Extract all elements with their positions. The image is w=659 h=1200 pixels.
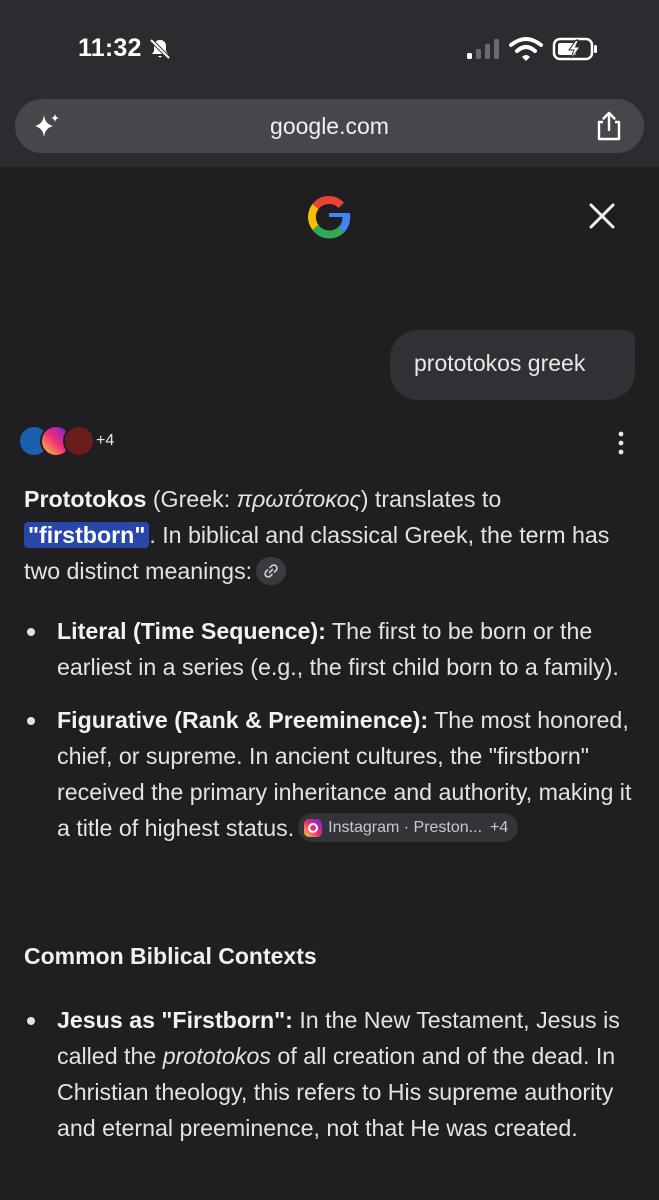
wifi-icon bbox=[509, 37, 543, 61]
google-logo-icon bbox=[307, 196, 351, 239]
list-item-label: Jesus as "Firstborn": bbox=[57, 1007, 293, 1033]
share-icon[interactable] bbox=[594, 110, 624, 142]
italic-term: prototokos bbox=[162, 1043, 271, 1069]
citation-chip[interactable]: Instagram · Preston... +4 bbox=[298, 813, 519, 843]
battery-charging-icon bbox=[552, 37, 597, 61]
source-favicon[interactable] bbox=[63, 425, 95, 457]
citation-more: +4 bbox=[490, 818, 509, 836]
highlighted-term: "firstborn" bbox=[24, 522, 150, 548]
term-label: Prototokos bbox=[24, 486, 147, 512]
section-title: Common Biblical Contexts bbox=[24, 943, 317, 969]
list-item: Figurative (Rank & Preeminence): The mos… bbox=[24, 702, 639, 846]
link-icon bbox=[264, 564, 278, 578]
list-item: Literal (Time Sequence): The first to be… bbox=[24, 613, 639, 685]
cellular-signal-icon bbox=[467, 39, 499, 59]
list-item: Jesus as "Firstborn": In the New Testame… bbox=[24, 1002, 639, 1146]
instagram-icon bbox=[304, 818, 323, 837]
link-chip[interactable] bbox=[256, 556, 287, 585]
url-text[interactable]: google.com bbox=[15, 113, 644, 140]
status-time: 11:32 bbox=[78, 34, 142, 62]
meanings-list: Literal (Time Sequence): The first to be… bbox=[24, 613, 639, 846]
list-item-label: Literal (Time Sequence): bbox=[57, 618, 326, 644]
source-favicons[interactable]: +4 bbox=[18, 424, 138, 458]
answer-intro: Prototokos (Greek: πρωτότοκος) translate… bbox=[24, 481, 639, 589]
intro-text: (Greek: bbox=[146, 486, 237, 512]
browser-chrome: 11:32 google.com bbox=[0, 0, 659, 167]
bell-off-icon bbox=[149, 38, 171, 60]
citation-source: Instagram · Preston... bbox=[328, 818, 483, 836]
intro-text: ) translates to bbox=[360, 486, 502, 512]
contexts-list: Jesus as "Firstborn": In the New Testame… bbox=[24, 1002, 639, 1146]
greek-word: πρωτότοκος bbox=[236, 486, 361, 512]
more-options-icon[interactable] bbox=[608, 430, 634, 456]
user-query-bubble: prototokos greek bbox=[390, 330, 635, 400]
sources-more-count[interactable]: +4 bbox=[96, 432, 114, 450]
list-item-label: Figurative (Rank & Preeminence): bbox=[57, 707, 429, 733]
close-icon[interactable] bbox=[584, 198, 620, 234]
address-bar[interactable]: google.com bbox=[15, 99, 644, 153]
